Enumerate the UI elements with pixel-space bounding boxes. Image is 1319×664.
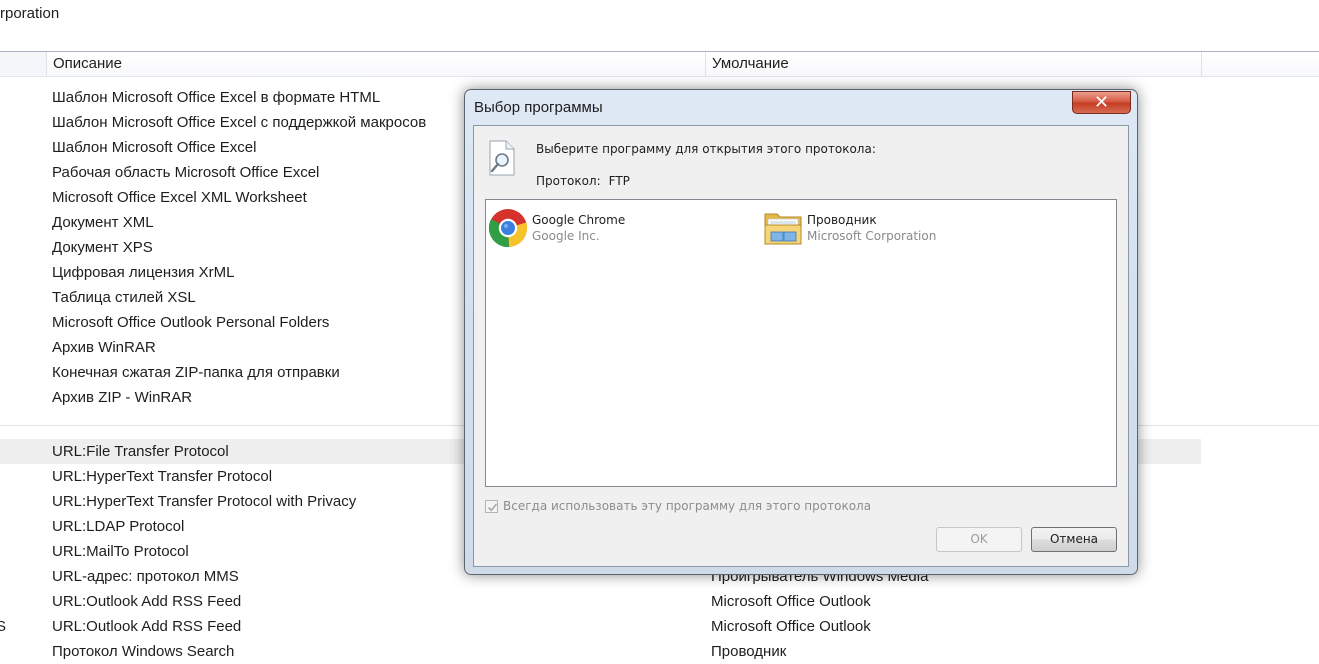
ok-button[interactable]: OK	[936, 527, 1022, 552]
item-description: Шаблон Microsoft Office Excel с поддержк…	[52, 114, 427, 131]
program-item-google-chrome[interactable]: Google Chrome Google Inc.	[488, 208, 728, 250]
item-default-program: Проводник	[711, 643, 787, 660]
item-description: Архив ZIP - WinRAR	[52, 389, 193, 406]
always-use-label: Всегда использовать эту программу для эт…	[503, 499, 872, 513]
item-description: Архив WinRAR	[52, 339, 156, 356]
company-name-fragment: rporation	[0, 5, 60, 22]
program-item-explorer[interactable]: Проводник Microsoft Corporation	[763, 208, 1003, 250]
item-description: URL-адрес: протокол MMS	[52, 568, 239, 585]
item-description: URL:File Transfer Protocol	[52, 443, 229, 460]
item-description: Цифровая лицензия XrML	[52, 264, 235, 281]
dialog-body: Выберите программу для открытия этого пр…	[473, 125, 1129, 567]
item-description: URL:MailTo Protocol	[52, 543, 189, 560]
item-default-program: Microsoft Office Outlook	[711, 593, 871, 610]
close-button[interactable]: ✕	[1072, 91, 1131, 114]
checkbox-box[interactable]	[485, 500, 498, 513]
item-description: Шаблон Microsoft Office Excel в формате …	[52, 89, 381, 106]
list-item[interactable]: URL:Outlook Add RSS Feed Microsoft Office…	[0, 589, 1201, 614]
prompt-text: Выберите программу для открытия этого пр…	[536, 142, 876, 156]
program-vendor: Microsoft Corporation	[807, 229, 937, 243]
dialog-title: Выбор программы	[474, 99, 603, 116]
item-description: Шаблон Microsoft Office Excel	[52, 139, 257, 156]
item-description: Конечная сжатая ZIP-папка для отправки	[52, 364, 340, 381]
program-vendor: Google Inc.	[532, 229, 600, 243]
item-description: Microsoft Office Outlook Personal Folder…	[52, 314, 330, 331]
column-header-extra[interactable]	[1201, 52, 1319, 76]
program-list[interactable]: Google Chrome Google Inc. Проводник Micr…	[485, 199, 1117, 487]
item-default-program: Microsoft Office Outlook	[711, 618, 871, 635]
protocol-value: FTP	[608, 174, 630, 188]
item-description: URL:Outlook Add RSS Feed	[52, 593, 242, 610]
chrome-icon	[488, 209, 528, 248]
choose-program-dialog: Выбор программы ✕ Выберите программу для…	[464, 89, 1138, 575]
item-description: URL:LDAP Protocol	[52, 518, 185, 535]
program-name: Google Chrome	[532, 213, 626, 227]
document-search-icon	[489, 140, 515, 176]
program-name: Проводник	[807, 213, 877, 227]
list-header: Описание Умолчание	[0, 51, 1319, 77]
folder-explorer-icon	[764, 213, 802, 245]
column-header-description[interactable]: Описание	[46, 52, 705, 76]
protocol-line: Протокол: FTP	[536, 174, 630, 188]
protocol-label: Протокол:	[536, 174, 601, 188]
checkmark-icon	[487, 503, 498, 512]
item-description: Рабочая область Microsoft Office Excel	[52, 164, 320, 181]
item-description: URL:HyperText Transfer Protocol with Pri…	[52, 493, 357, 510]
item-description: Microsoft Office Excel XML Worksheet	[52, 189, 307, 206]
cancel-button[interactable]: Отмена	[1031, 527, 1117, 552]
column-header-default[interactable]: Умолчание	[705, 52, 1201, 76]
item-edge-fragment: S	[0, 618, 7, 635]
column-header-blank[interactable]	[0, 52, 46, 76]
close-icon: ✕	[1093, 92, 1110, 112]
item-description: Протокол Windows Search	[52, 643, 235, 660]
list-item[interactable]: S URL:Outlook Add RSS Feed Microsoft Offic…	[0, 614, 1201, 639]
item-description: URL:Outlook Add RSS Feed	[52, 618, 242, 635]
list-item[interactable]: Протокол Windows Search Проводник	[0, 639, 1201, 664]
item-description: URL:HyperText Transfer Protocol	[52, 468, 273, 485]
item-description: Документ XPS	[52, 239, 153, 256]
item-description: Документ XML	[52, 214, 154, 231]
item-description: Таблица стилей XSL	[52, 289, 196, 306]
